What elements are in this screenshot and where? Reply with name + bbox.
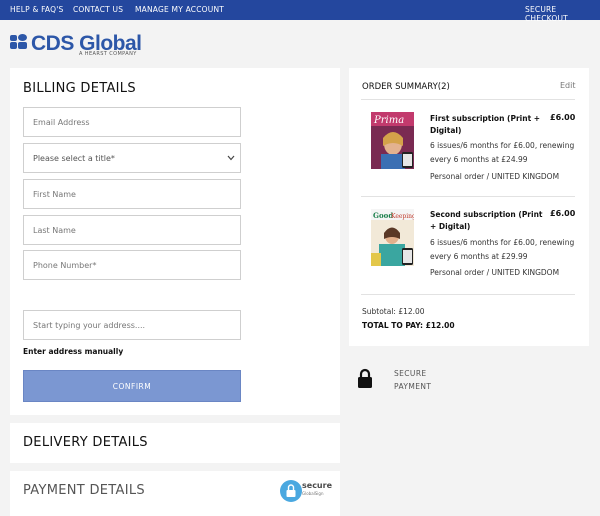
confirm-button[interactable]: CONFIRM — [23, 370, 241, 402]
help-faq-link[interactable]: HELP & FAQ'S — [10, 5, 63, 14]
first-name-field[interactable]: First Name — [23, 179, 241, 209]
top-nav: HELP & FAQ'S CONTACT US MANAGE MY ACCOUN… — [0, 0, 600, 23]
phone-placeholder: Phone Number* — [33, 260, 97, 270]
globalsign-secure-badge: secure GlobalSign — [280, 480, 332, 502]
last-name-field[interactable]: Last Name — [23, 215, 241, 245]
item-1-description: 6 issues/6 months for £6.00, renewing ev… — [430, 141, 575, 164]
first-name-placeholder: First Name — [33, 189, 76, 199]
item-1-title: First subscription (Print + Digital) — [430, 114, 541, 135]
subtotal: Subtotal: £12.00 — [362, 307, 425, 316]
chevron-down-icon — [227, 155, 235, 161]
item-2-price: £6.00 — [550, 209, 576, 218]
summary-divider — [361, 294, 575, 295]
secure-checkout-link[interactable]: SECURE CHECKOUT — [525, 5, 600, 23]
item-2-description: 6 issues/6 months for £6.00, renewing ev… — [430, 238, 575, 261]
manage-account-link[interactable]: MANAGE MY ACCOUNT — [135, 5, 224, 14]
summary-divider — [361, 196, 575, 197]
magazine-cover-image: Good Keeping — [371, 209, 414, 266]
secure-payment-label: SECURE PAYMENT — [394, 369, 432, 391]
summary-divider — [361, 99, 575, 100]
edit-order-link[interactable]: Edit — [560, 81, 576, 90]
email-placeholder: Email Address — [33, 117, 90, 127]
email-field[interactable]: Email Address — [23, 107, 241, 137]
phone-field[interactable]: Phone Number* — [23, 250, 241, 280]
delivery-title: DELIVERY DETAILS — [23, 435, 148, 450]
address-placeholder: Start typing your address.... — [33, 320, 146, 330]
payment-title: PAYMENT DETAILS — [23, 483, 145, 498]
order-summary-card — [349, 68, 589, 346]
total-to-pay: TOTAL TO PAY: £12.00 — [362, 321, 455, 330]
globalsign-lock-icon — [280, 480, 302, 502]
badge-globalsign-text: GlobalSign — [302, 491, 324, 496]
item-2-order-type: Personal order / UNITED KINGDOM — [430, 268, 560, 277]
item-1-order-type: Personal order / UNITED KINGDOM — [430, 172, 560, 181]
contact-us-link[interactable]: CONTACT US — [73, 5, 123, 14]
address-search-field[interactable]: Start typing your address.... — [23, 310, 241, 340]
title-select-value: Please select a title* — [33, 153, 115, 163]
title-select[interactable]: Please select a title* — [23, 143, 241, 173]
billing-title: BILLING DETAILS — [23, 81, 136, 96]
badge-secure-word: secure — [302, 481, 332, 490]
item-1-price: £6.00 — [550, 113, 576, 122]
item-2-title: Second subscription (Print + Digital) — [430, 210, 543, 231]
magazine-cover-image: Prima — [371, 112, 414, 169]
logo-mark-icon — [10, 34, 27, 50]
brand-tagline: A HEARST COMPANY — [79, 51, 137, 57]
svg-text:Prima: Prima — [373, 115, 404, 126]
last-name-placeholder: Last Name — [33, 225, 76, 235]
enter-address-manually-link[interactable]: Enter address manually — [23, 347, 123, 356]
lock-icon — [358, 368, 372, 388]
order-summary-title: ORDER SUMMARY(2) — [362, 82, 450, 92]
svg-text:Keeping: Keeping — [391, 213, 414, 220]
